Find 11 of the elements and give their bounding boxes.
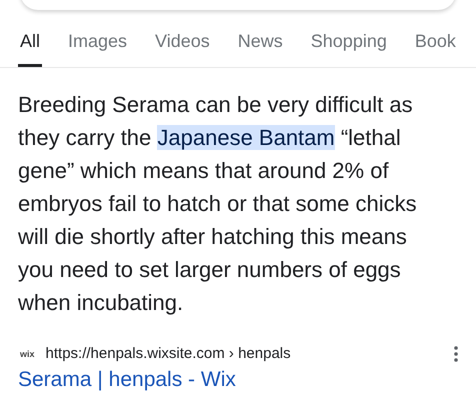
tab[interactable]: Images <box>66 28 130 67</box>
result-snippet: Breeding Serama can be very difficult as they carry the Japanese Bantam “lethal gene” which means that around 2% of embryos fail to hatch or that some chicks will die shortly after hatching this means you need to set larger numbers of eggs when incubating. <box>18 91 418 317</box>
tab[interactable]: All <box>18 28 42 67</box>
tab[interactable]: Shopping <box>308 28 389 67</box>
tab[interactable]: Book <box>412 28 458 67</box>
tab[interactable]: Videos <box>153 28 212 67</box>
result-url: https://henpals.wixsite.com › henpals <box>46 345 292 362</box>
result-title-link[interactable]: Serama | henpals - Wix <box>18 368 236 392</box>
site-favicon: wix <box>20 348 35 358</box>
tab[interactable]: News <box>236 28 285 67</box>
more-options-icon[interactable] <box>454 346 458 362</box>
